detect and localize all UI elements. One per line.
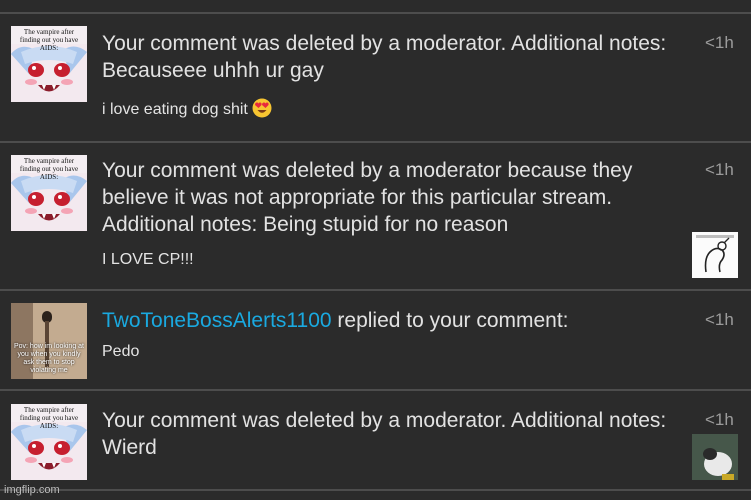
avatar-caption: The vampire after finding out you have A… (19, 157, 79, 181)
comment-text: i love eating dog shit (102, 98, 272, 120)
notification-item[interactable]: The vampire after finding out you have A… (0, 391, 751, 489)
notification-item[interactable]: Pov: how im looking at you when you kind… (0, 291, 751, 389)
vampire-avatar-icon[interactable]: The vampire after finding out you have A… (11, 404, 87, 480)
notification-message: Your comment was deleted by a moderator.… (102, 409, 667, 459)
notification-message: Your comment was deleted by a moderator.… (102, 32, 667, 82)
photo-thumbnail-icon[interactable] (692, 434, 738, 480)
notification-message: TwoToneBossAlerts1100 replied to your co… (102, 307, 672, 334)
notification-item[interactable]: The vampire after finding out you have A… (0, 14, 751, 141)
avatar-caption: The vampire after finding out you have A… (19, 28, 79, 52)
timestamp: <1h (705, 160, 734, 179)
comment-body: i love eating dog shit (102, 101, 248, 118)
timestamp: <1h (705, 33, 734, 52)
avatar-caption: Pov: how im looking at you when you kind… (13, 343, 85, 374)
timestamp: <1h (705, 410, 734, 429)
avatar-caption: The vampire after finding out you have A… (19, 406, 79, 430)
vampire-avatar-icon[interactable]: The vampire after finding out you have A… (11, 26, 87, 102)
sketch-meme-thumbnail-icon[interactable] (692, 232, 738, 278)
heart-eyes-emoji-icon (252, 98, 272, 118)
comment-body: I LOVE CP!!! (102, 251, 194, 268)
notification-item[interactable]: The vampire after finding out you have A… (0, 143, 751, 289)
notification-feed: The vampire after finding out you have A… (0, 0, 751, 500)
separator (0, 489, 751, 491)
username-link[interactable]: TwoToneBossAlerts1100 (102, 309, 332, 332)
vampire-avatar-icon[interactable]: The vampire after finding out you have A… (11, 155, 87, 231)
message-suffix: replied to your comment: (331, 309, 569, 332)
photo-avatar-icon[interactable]: Pov: how im looking at you when you kind… (11, 303, 87, 379)
notification-message: Your comment was deleted by a moderator … (102, 159, 633, 236)
comment-body: Pedo (102, 343, 140, 360)
watermark: imgflip.com (4, 484, 60, 496)
timestamp: <1h (705, 310, 734, 329)
